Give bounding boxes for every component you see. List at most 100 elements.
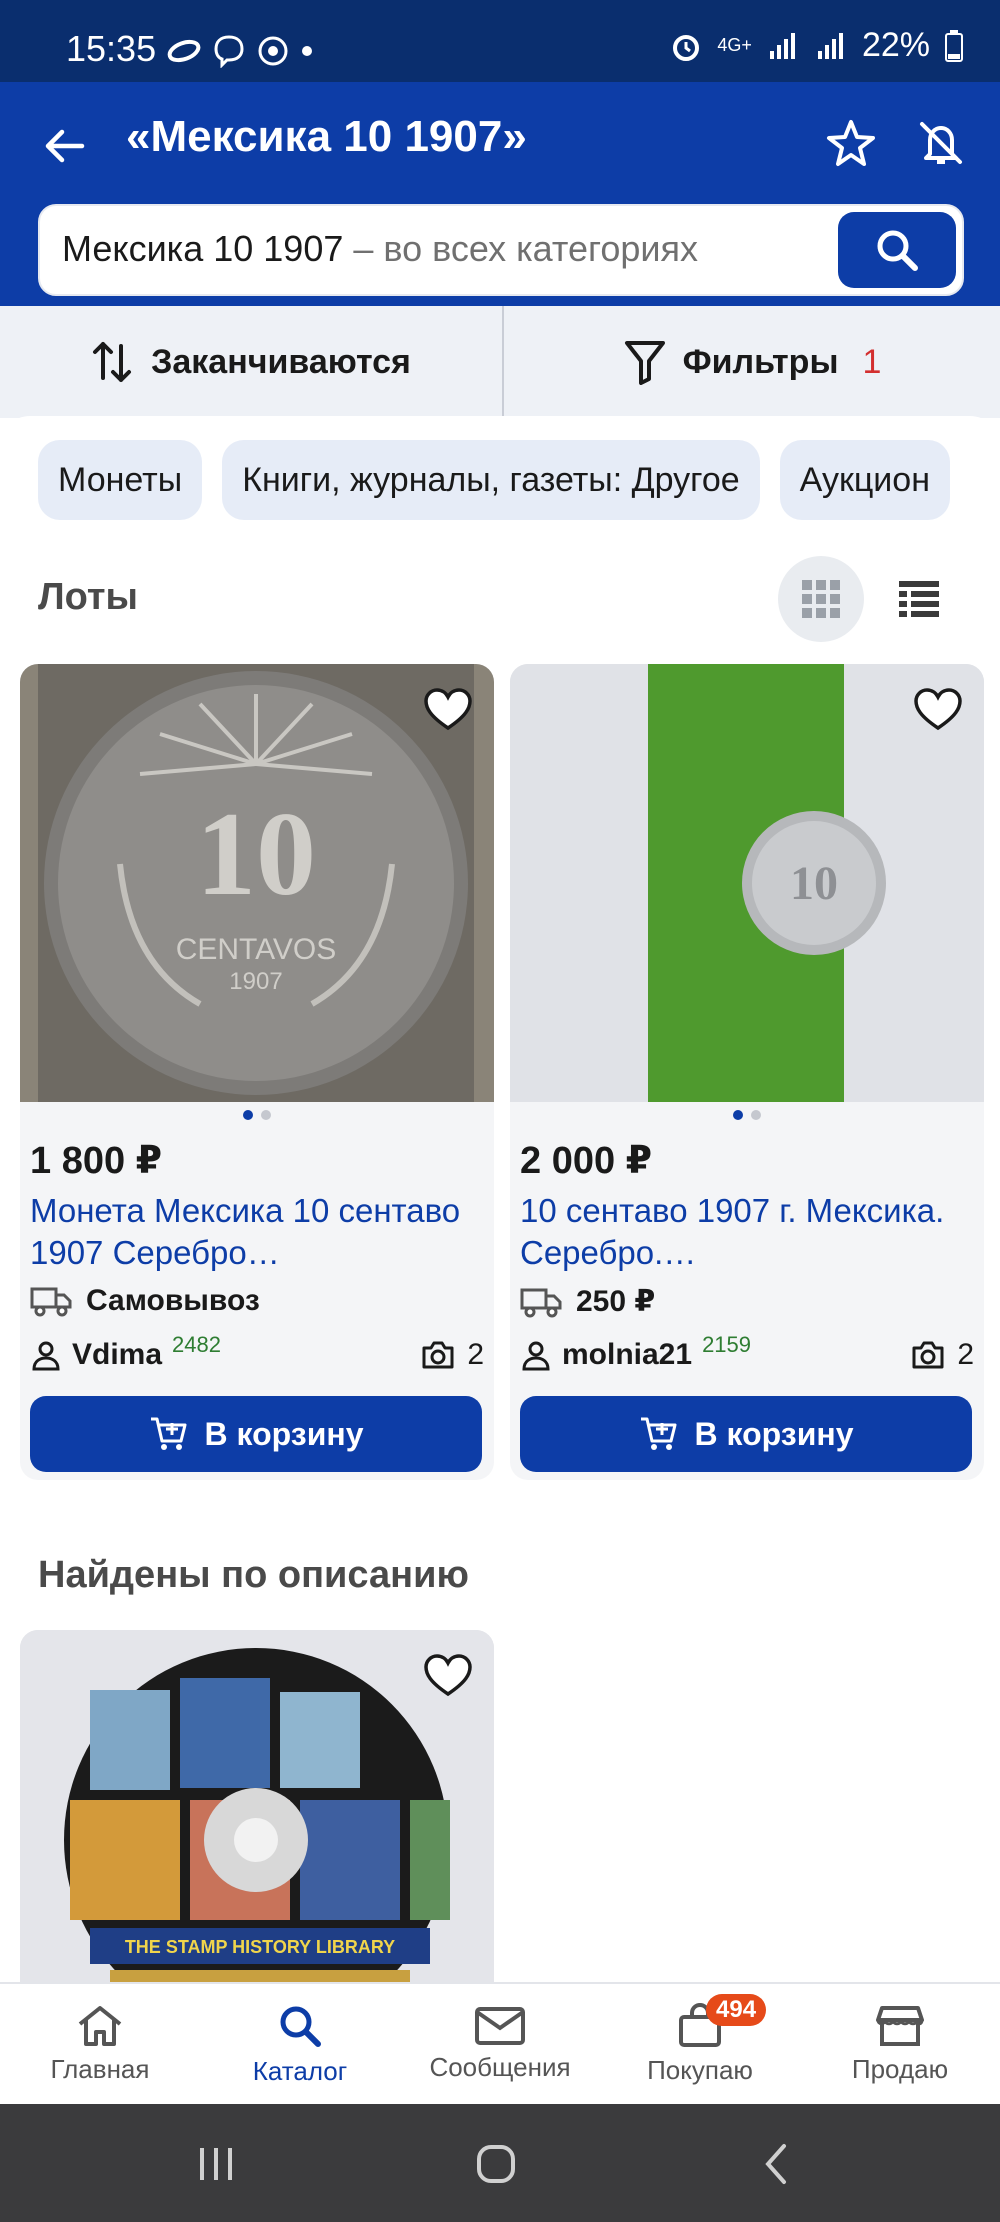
camera-icon: [422, 1341, 454, 1369]
link-icon: [167, 39, 201, 63]
lot-price: 2 000 ₽: [520, 1140, 653, 1182]
pager-dot: [243, 1110, 253, 1120]
sort-button[interactable]: Заканчиваются: [0, 306, 502, 418]
truck-icon: [520, 1288, 562, 1317]
coin-value: 10: [196, 787, 316, 920]
cart-label: В корзину: [694, 1415, 854, 1452]
add-to-cart-button[interactable]: В корзину: [30, 1396, 482, 1472]
list-view-button[interactable]: [876, 556, 962, 642]
viber-icon: [214, 35, 244, 68]
nav-selling[interactable]: Продаю: [800, 1984, 1000, 2104]
add-to-cart-button[interactable]: В корзину: [520, 1396, 972, 1472]
heart-icon: [914, 688, 962, 731]
nav-messages-label: Сообщения: [429, 2051, 571, 2082]
network-type: 4G+: [717, 35, 752, 55]
chevron-left-icon: [765, 2144, 786, 2184]
recent-apps-button[interactable]: [186, 2134, 246, 2194]
favorite-button[interactable]: [908, 680, 968, 740]
lot-image[interactable]: 10 CENTAVOS 1907: [20, 664, 494, 1102]
buying-badge: 494: [706, 1994, 767, 2026]
status-bar: 15:35 4G+ 22%: [0, 0, 1000, 82]
seller-info[interactable]: Vdima 2482: [30, 1332, 221, 1372]
nav-home[interactable]: Главная: [0, 1984, 200, 2104]
notification-icons: [166, 34, 314, 68]
chip-books[interactable]: Книги, журналы, газеты: Другое: [222, 440, 760, 520]
signal-icon: [769, 32, 795, 59]
seller-name: Vdima: [72, 1338, 163, 1371]
filter-label: Фильтры: [682, 342, 839, 381]
bell-off-icon: [920, 122, 962, 164]
heart-icon: [424, 688, 472, 731]
seller-info[interactable]: molnia21 2159: [520, 1332, 751, 1372]
grid-icon: [802, 580, 840, 618]
seller-name: molnia21: [562, 1338, 693, 1371]
chip-auction[interactable]: Аукцион: [779, 440, 950, 520]
store-icon: [876, 2005, 924, 2046]
chip-coins[interactable]: Монеты: [38, 440, 203, 520]
image-pager: [20, 1110, 494, 1120]
system-indicators: 4G+ 22%: [669, 26, 964, 65]
search-icon: [280, 2006, 321, 2047]
lot-title[interactable]: Монета Мексика 10 сентаво 1907 Серебро…: [30, 1190, 470, 1274]
nav-catalog-label: Каталог: [252, 2055, 348, 2086]
home-circle-icon: [477, 2145, 515, 2183]
results-content: Монеты Книги, журналы, газеты: Другое Ау…: [0, 416, 1000, 1982]
lot-title[interactable]: 10 сентаво 1907 г. Мексика. Серебро.…: [520, 1190, 960, 1274]
lot-image[interactable]: 10: [510, 664, 984, 1102]
filter-button[interactable]: Фильтры 1: [504, 306, 1000, 418]
nav-home-label: Главная: [50, 2053, 150, 2084]
search-input[interactable]: Мексика 10 1907 – во всех категориях: [38, 204, 964, 296]
filter-icon: [624, 341, 665, 385]
lot-image[interactable]: THE STAMP HISTORY LIBRARY: [20, 1630, 494, 1982]
pager-dot: [261, 1110, 271, 1120]
home-system-button[interactable]: [466, 2134, 526, 2194]
delivery-label: 250 ₽: [576, 1285, 656, 1318]
recent-apps-icon: [200, 2148, 232, 2180]
search-button[interactable]: [838, 212, 956, 288]
notifications-off-button[interactable]: [910, 112, 972, 174]
filter-count: 1: [862, 342, 882, 381]
nav-buying[interactable]: 494 Покупаю: [600, 1984, 800, 2104]
category-chips: Монеты Книги, журналы, газеты: Другое Ау…: [38, 440, 950, 520]
heart-icon: [424, 1654, 472, 1697]
back-system-button[interactable]: [746, 2134, 806, 2194]
lot-price: 1 800 ₽: [30, 1140, 163, 1182]
system-navigation-bar: [0, 2104, 1000, 2222]
sort-filter-bar: Заканчиваются Фильтры 1: [0, 306, 1000, 418]
mail-icon: [475, 2006, 525, 2045]
lot-card[interactable]: THE STAMP HISTORY LIBRARY: [20, 1630, 494, 1982]
favorite-button[interactable]: [418, 680, 478, 740]
search-icon: [877, 230, 918, 271]
status-time: 15:35: [66, 28, 157, 69]
favorite-search-button[interactable]: [820, 112, 882, 174]
photo-count-value: 2: [957, 1338, 974, 1371]
alarm-icon: [673, 34, 700, 61]
page-title: «Мексика 10 1907»: [126, 112, 527, 161]
sort-label: Заканчиваются: [151, 342, 411, 381]
favorite-button[interactable]: [418, 1646, 478, 1706]
lot-card[interactable]: 10 2 000 ₽ 10 сентаво 1907 г. Мексика. С…: [510, 664, 984, 1480]
coin-value: 10: [790, 857, 838, 910]
list-icon: [899, 581, 939, 617]
coin-year: 1907: [229, 968, 282, 995]
lot-card[interactable]: 10 CENTAVOS 1907 1 800 ₽ Монета Мексика …: [20, 664, 494, 1480]
coin-text: CENTAVOS: [176, 933, 337, 966]
nav-buying-label: Покупаю: [647, 2054, 753, 2085]
lots-section-title: Лоты: [38, 576, 138, 618]
delivery-label: Самовывоз: [86, 1284, 260, 1317]
grid-view-button[interactable]: [778, 556, 864, 642]
search-scope: – во всех категориях: [343, 228, 698, 269]
cart-add-icon: [640, 1417, 677, 1450]
back-button[interactable]: [34, 116, 94, 176]
battery-percent: 22%: [861, 26, 930, 64]
nav-selling-label: Продаю: [851, 2053, 949, 2084]
camera-icon: [912, 1341, 944, 1369]
signal-icon-2: [817, 32, 843, 59]
app-header: «Мексика 10 1907» Мексика 10 1907 – во в…: [0, 82, 1000, 306]
nav-catalog[interactable]: Каталог: [200, 1984, 400, 2104]
pager-dot: [751, 1110, 761, 1120]
star-icon: [827, 120, 875, 166]
nav-messages[interactable]: Сообщения: [400, 1984, 600, 2104]
battery-icon: [945, 29, 963, 62]
home-icon: [78, 2005, 122, 2046]
